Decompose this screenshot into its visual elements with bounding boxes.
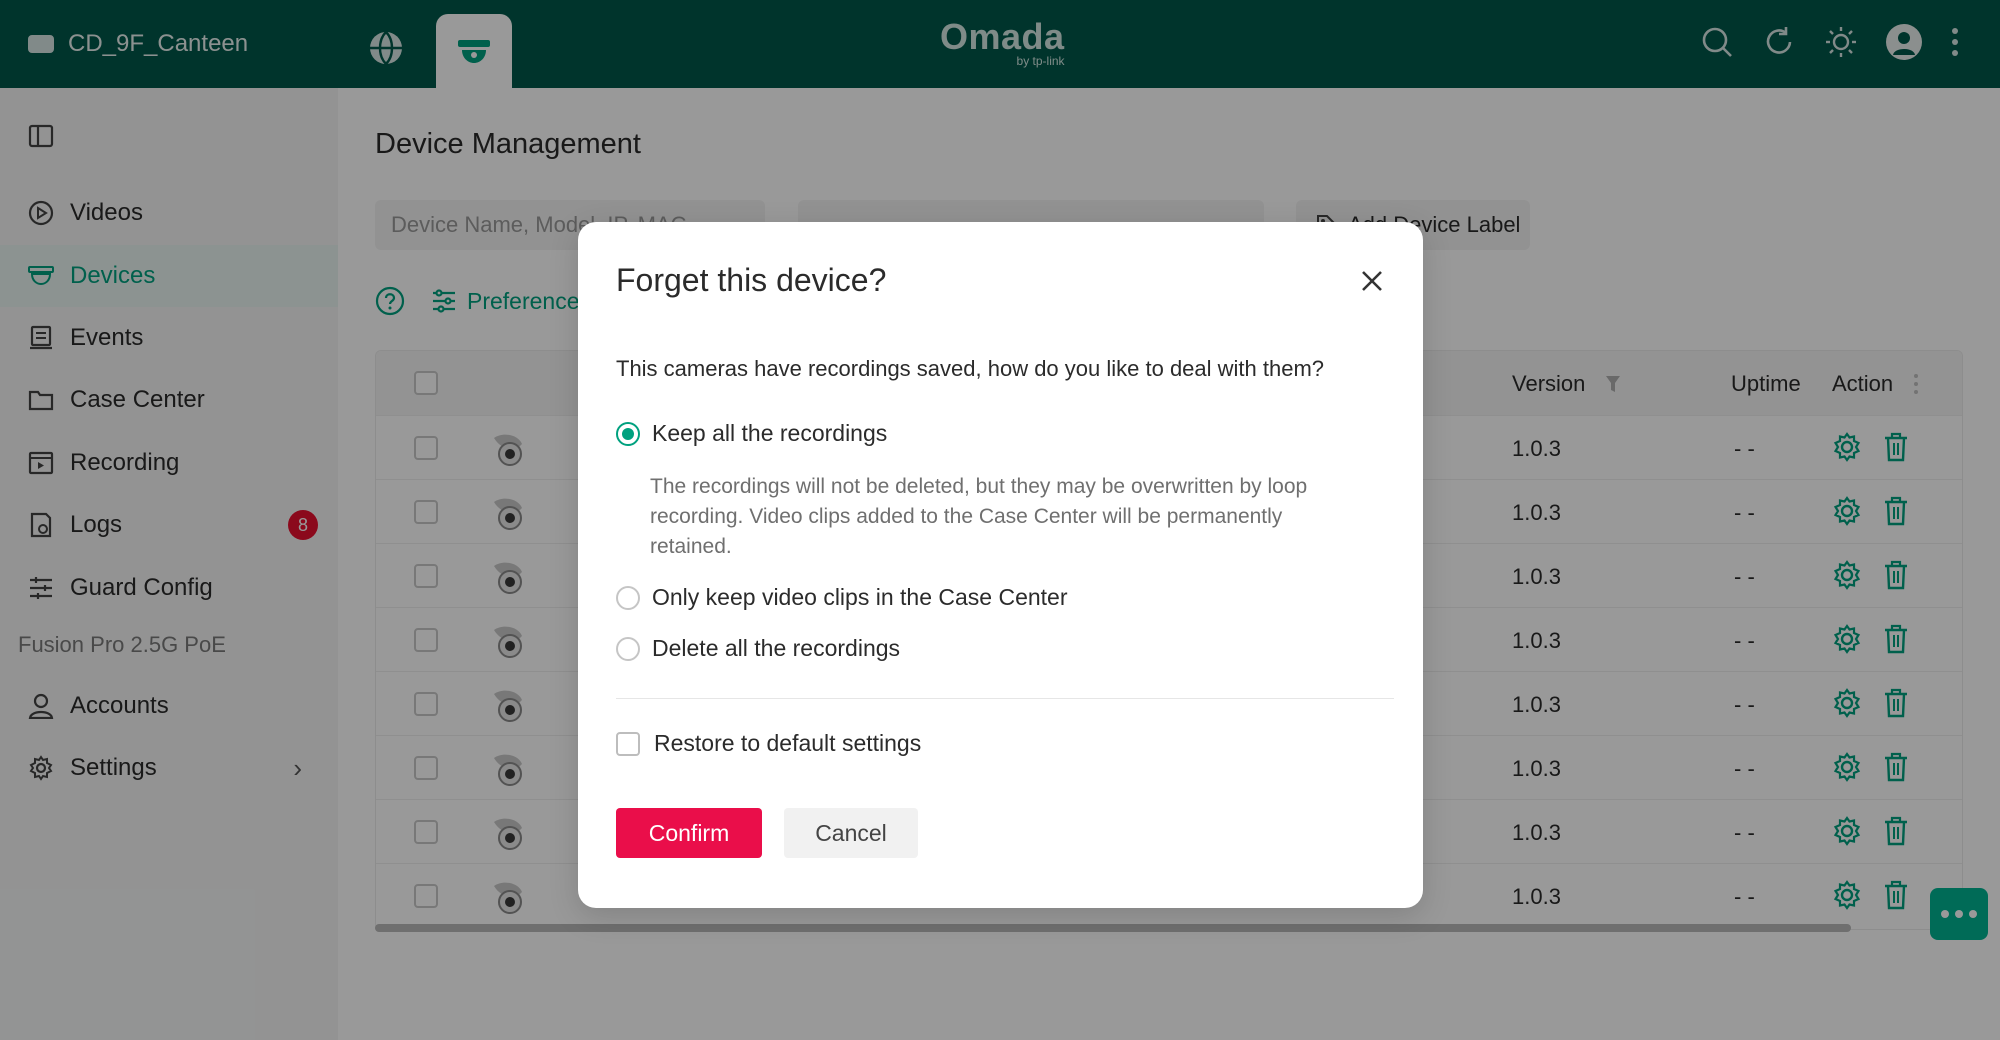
option-keep-all-description: The recordings will not be deleted, but … — [650, 475, 1308, 558]
option-keep-clips[interactable]: Only keep video clips in the Case Center — [616, 584, 1068, 611]
dialog-description: This cameras have recordings saved, how … — [616, 356, 1325, 381]
divider — [616, 698, 1394, 699]
restore-default-option[interactable]: Restore to default settings — [616, 730, 921, 757]
radio-delete-all[interactable] — [616, 636, 640, 661]
radio-keep-all[interactable] — [616, 421, 640, 446]
radio-keep-clips[interactable] — [616, 585, 640, 610]
confirm-button[interactable]: Confirm — [616, 808, 762, 858]
cancel-button[interactable]: Cancel — [784, 808, 918, 858]
option-keep-all[interactable]: Keep all the recordings — [616, 420, 887, 447]
forget-device-dialog: Forget this device? This cameras have re… — [578, 222, 1423, 908]
option-delete-all[interactable]: Delete all the recordings — [616, 635, 900, 662]
close-icon[interactable] — [1357, 266, 1387, 296]
restore-default-checkbox[interactable] — [616, 731, 640, 756]
dialog-title: Forget this device? — [616, 262, 887, 298]
